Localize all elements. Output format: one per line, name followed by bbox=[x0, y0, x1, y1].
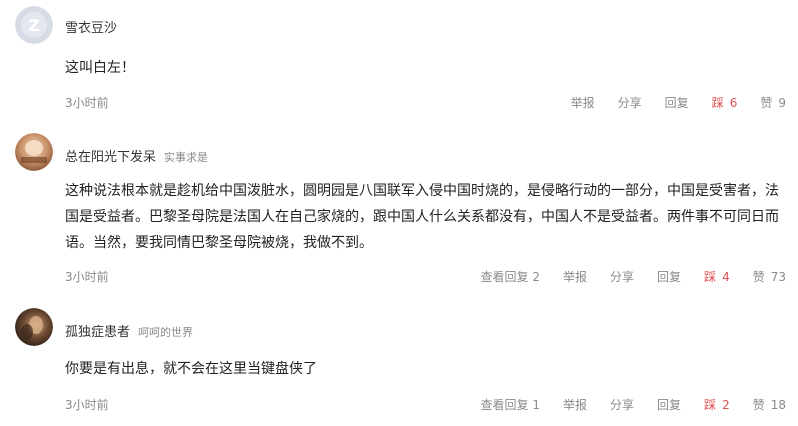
view-replies-button[interactable]: 查看回复 1 bbox=[481, 396, 540, 413]
dislike-count: 4 bbox=[722, 270, 730, 284]
report-button[interactable]: 举报 bbox=[571, 94, 595, 111]
comment-author: 总在阳光下发呆 实事求是 bbox=[65, 146, 208, 165]
comment-item: 总在阳光下发呆 实事求是 这种说法根本就是趁机给中国泼脏水，圆明园是八国联军入侵中… bbox=[0, 119, 798, 294]
dislike-button[interactable]: 踩2 bbox=[704, 396, 730, 413]
comment-author: 孤独症患者 呵呵的世界 bbox=[65, 321, 193, 340]
comment-text: 你要是有出息，就不会在这里当键盘侠了 bbox=[65, 361, 317, 377]
report-button[interactable]: 举报 bbox=[563, 268, 587, 285]
like-label: 赞 bbox=[760, 96, 773, 110]
svg-text:Z: Z bbox=[28, 16, 40, 35]
comment-time: 3小时前 bbox=[65, 96, 109, 110]
like-button[interactable]: 赞9 bbox=[760, 94, 786, 111]
reply-button[interactable]: 回复 bbox=[657, 268, 681, 285]
username[interactable]: 总在阳光下发呆 bbox=[65, 150, 156, 165]
reply-button[interactable]: 回复 bbox=[665, 94, 689, 111]
comment-item: Z 雪衣豆沙 这叫白左！ 3小时前 举报 分享 回复 踩6 赞9 bbox=[0, 0, 798, 119]
like-label: 赞 bbox=[752, 398, 765, 412]
comment-item: 孤独症患者 呵呵的世界 你要是有出息，就不会在这里当键盘侠了 3小时前 查看回复 … bbox=[0, 294, 798, 426]
comment-time: 3小时前 bbox=[65, 398, 109, 412]
like-label: 赞 bbox=[752, 270, 765, 284]
comment-actions: 查看回复 2 举报 分享 回复 踩4 赞 73 bbox=[458, 268, 786, 285]
comment-actions: 查看回复 1 举报 分享 回复 踩2 赞 18 bbox=[458, 396, 786, 413]
comment-text: 这叫白左！ bbox=[65, 60, 135, 76]
reply-button[interactable]: 回复 bbox=[657, 396, 681, 413]
comment-author: 雪衣豆沙 bbox=[65, 17, 117, 36]
like-button[interactable]: 赞 73 bbox=[753, 268, 786, 285]
view-replies-button[interactable]: 查看回复 2 bbox=[481, 268, 540, 285]
user-signature: 呵呵的世界 bbox=[138, 326, 194, 339]
share-button[interactable]: 分享 bbox=[610, 268, 634, 285]
user-photo-avatar[interactable] bbox=[15, 308, 53, 346]
comment-text: 这种说法根本就是趁机给中国泼脏水，圆明园是八国联军入侵中国时烧的，是侵略行动的一… bbox=[65, 183, 779, 251]
username[interactable]: 孤独症患者 bbox=[65, 325, 130, 340]
share-button[interactable]: 分享 bbox=[618, 94, 642, 111]
dislike-button[interactable]: 踩4 bbox=[704, 268, 730, 285]
dislike-count: 2 bbox=[722, 398, 730, 412]
dislike-count: 6 bbox=[729, 96, 738, 110]
dislike-button[interactable]: 踩6 bbox=[712, 94, 738, 111]
like-count: 18 bbox=[770, 398, 786, 412]
like-count: 73 bbox=[770, 270, 786, 284]
dislike-label: 踩 bbox=[704, 398, 717, 412]
dislike-label: 踩 bbox=[711, 96, 724, 110]
username[interactable]: 雪衣豆沙 bbox=[65, 21, 117, 36]
user-signature: 实事求是 bbox=[164, 151, 209, 164]
comment-time: 3小时前 bbox=[65, 270, 109, 284]
report-button[interactable]: 举报 bbox=[563, 396, 587, 413]
default-avatar-icon[interactable]: Z bbox=[15, 6, 53, 44]
comment-actions: 举报 分享 回复 踩6 赞9 bbox=[548, 94, 786, 111]
user-photo-avatar[interactable] bbox=[15, 133, 53, 171]
share-button[interactable]: 分享 bbox=[610, 396, 634, 413]
like-button[interactable]: 赞 18 bbox=[753, 396, 786, 413]
dislike-label: 踩 bbox=[704, 270, 717, 284]
like-count: 9 bbox=[778, 96, 786, 110]
